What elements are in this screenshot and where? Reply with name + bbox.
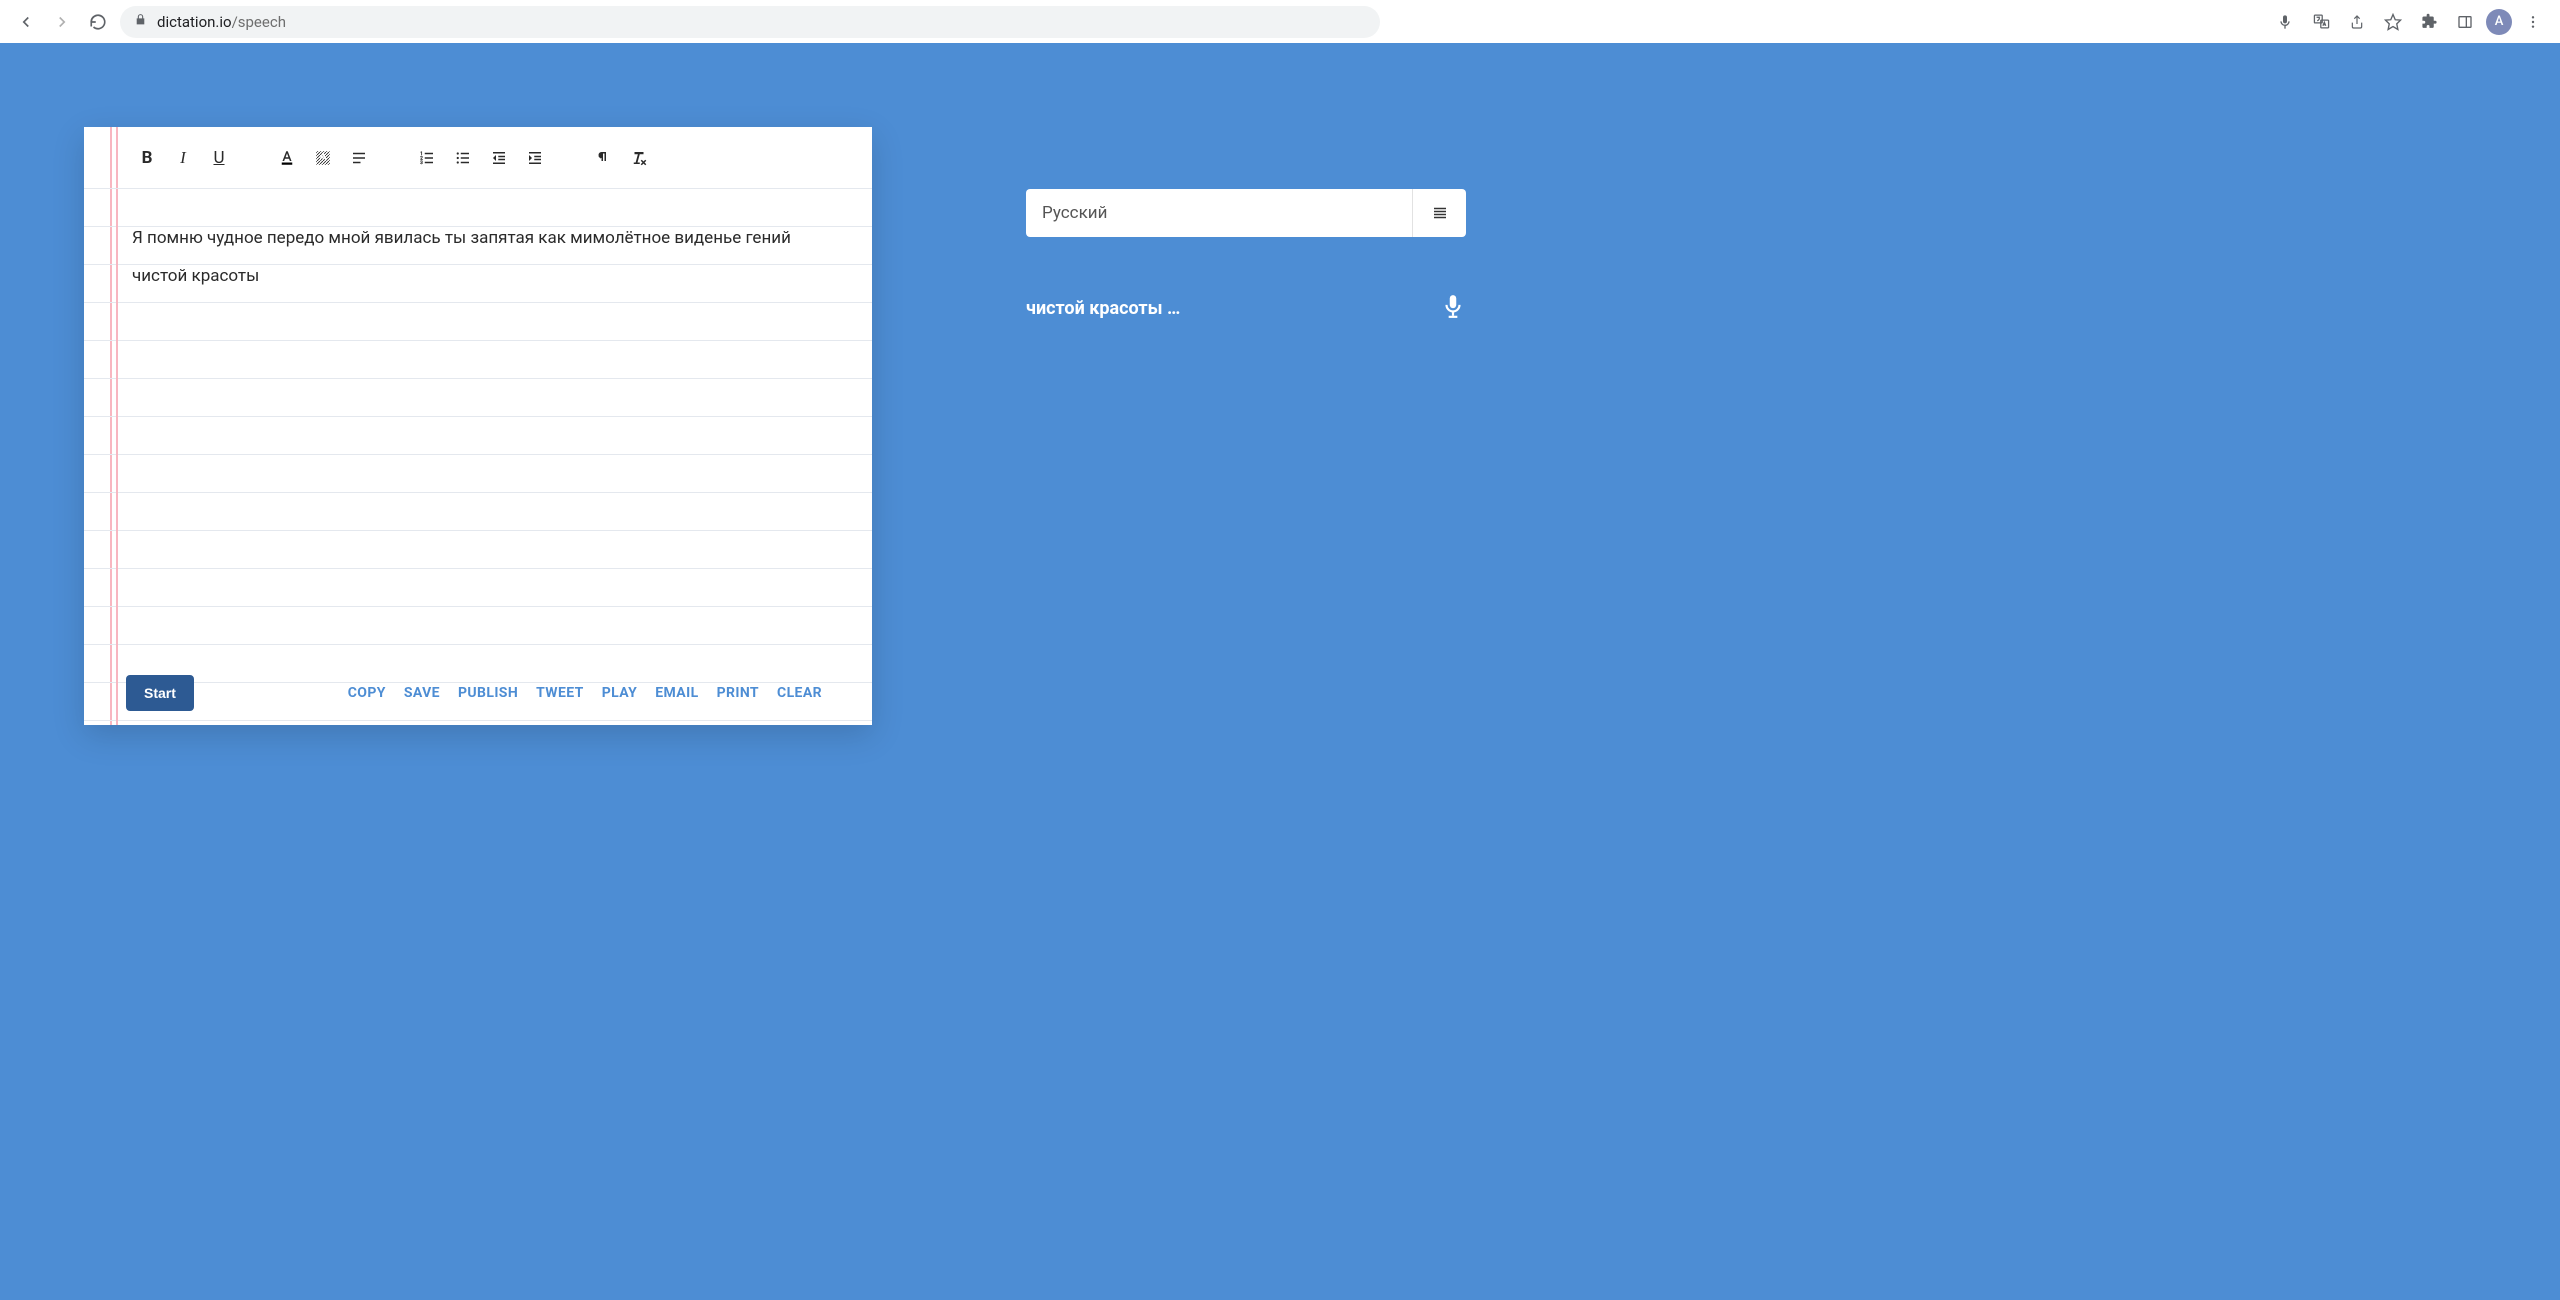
forward-button[interactable]	[48, 8, 76, 36]
live-transcript-row: чистой красоты …	[1026, 293, 1466, 323]
translate-icon[interactable]	[2306, 7, 2336, 37]
back-button[interactable]	[12, 8, 40, 36]
indent-button[interactable]	[520, 143, 550, 173]
clear-formatting-button[interactable]	[624, 143, 654, 173]
voice-search-icon[interactable]	[2270, 7, 2300, 37]
highlight-button[interactable]	[308, 143, 338, 173]
dictated-text: Я помню чудное передо мной явилась ты за…	[132, 228, 791, 286]
outdent-button[interactable]	[484, 143, 514, 173]
editor-content[interactable]: Я помню чудное передо мной явилась ты за…	[84, 189, 872, 661]
clear-action[interactable]: CLEAR	[777, 685, 822, 701]
save-action[interactable]: SAVE	[404, 685, 440, 701]
ordered-list-button[interactable]: 123	[412, 143, 442, 173]
unordered-list-button[interactable]	[448, 143, 478, 173]
browser-toolbar: dictation.io/speech A	[0, 0, 2560, 43]
italic-button[interactable]: I	[168, 143, 198, 173]
url-host: dictation.io	[157, 13, 232, 31]
extensions-icon[interactable]	[2414, 7, 2444, 37]
notebook-footer: Start COPY SAVE PUBLISH TWEET PLAY EMAIL…	[84, 661, 872, 725]
paragraph-format-button[interactable]	[344, 143, 374, 173]
email-action[interactable]: EMAIL	[655, 685, 698, 701]
play-action[interactable]: PLAY	[602, 685, 638, 701]
bold-button[interactable]: B	[132, 143, 162, 173]
share-icon[interactable]	[2342, 7, 2372, 37]
right-panel: Русский чистой красоты …	[1026, 127, 1466, 1300]
underline-button[interactable]: U	[204, 143, 234, 173]
text-color-button[interactable]	[272, 143, 302, 173]
live-transcript-text: чистой красоты …	[1026, 298, 1180, 319]
dictation-notebook: B I U 123	[84, 127, 872, 725]
editor-toolbar: B I U 123	[84, 127, 872, 189]
language-label: Русский	[1026, 189, 1412, 237]
publish-action[interactable]: PUBLISH	[458, 685, 518, 701]
url-path: /speech	[232, 13, 286, 31]
tweet-action[interactable]: TWEET	[536, 685, 584, 701]
url: dictation.io/speech	[157, 13, 286, 31]
microphone-icon[interactable]	[1440, 293, 1466, 323]
lock-icon	[134, 13, 147, 30]
bookmark-star-icon[interactable]	[2378, 7, 2408, 37]
reload-button[interactable]	[84, 8, 112, 36]
avatar-initial: A	[2495, 14, 2504, 29]
sidepanel-icon[interactable]	[2450, 7, 2480, 37]
print-action[interactable]: PRINT	[717, 685, 759, 701]
language-menu-button[interactable]	[1412, 189, 1466, 237]
main-area: B I U 123	[0, 43, 2560, 1300]
language-selector[interactable]: Русский	[1026, 189, 1466, 237]
start-button[interactable]: Start	[126, 675, 194, 711]
address-bar[interactable]: dictation.io/speech	[120, 6, 1380, 38]
svg-text:3: 3	[420, 160, 423, 166]
kebab-menu-icon[interactable]	[2518, 7, 2548, 37]
profile-avatar[interactable]: A	[2486, 9, 2512, 35]
copy-action[interactable]: COPY	[348, 685, 386, 701]
text-direction-button[interactable]	[588, 143, 618, 173]
